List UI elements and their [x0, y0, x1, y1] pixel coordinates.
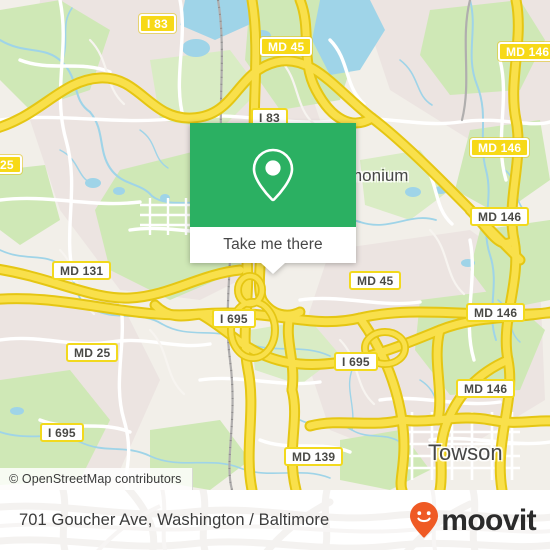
- callout-pin-panel: [190, 123, 356, 227]
- shield-md139: MD 139: [284, 447, 344, 466]
- map-pin-icon: [252, 148, 294, 202]
- place-label-towson: Towson: [428, 440, 503, 465]
- shield-md146-upper: MD 146: [470, 138, 530, 157]
- footer-bar: 701 Goucher Ave, Washington / Baltimore …: [0, 490, 550, 550]
- moovit-location-screenshot: monium Towson I 83 MD 45 MD 146 I 83 MD …: [0, 0, 550, 550]
- shield-md146-lower: MD 146: [466, 303, 526, 322]
- take-me-there-callout[interactable]: Take me there: [190, 123, 356, 274]
- shield-md45-mid: MD 45: [349, 271, 402, 290]
- shield-md25: MD 25: [66, 343, 119, 362]
- shield-i695-center: I 695: [334, 352, 378, 371]
- shield-i695-left: I 695: [212, 309, 256, 328]
- osm-attribution-text: © OpenStreetMap contributors: [9, 472, 182, 486]
- shield-md131: MD 131: [52, 261, 112, 280]
- shield-md146-middle: MD 146: [470, 207, 530, 226]
- map-canvas[interactable]: monium Towson I 83 MD 45 MD 146 I 83 MD …: [0, 0, 550, 490]
- shield-md146-bottom: MD 146: [456, 379, 516, 398]
- moovit-wordmark: moovit: [441, 503, 536, 537]
- shield-md146-top: MD 146: [498, 42, 550, 61]
- place-label-timonium: monium: [348, 166, 409, 185]
- moovit-smiley-pin-icon: [410, 502, 439, 538]
- location-address: 701 Goucher Ave, Washington / Baltimore: [19, 510, 330, 529]
- shield-md45-top: MD 45: [260, 37, 313, 56]
- footer-content: 701 Goucher Ave, Washington / Baltimore …: [0, 490, 550, 550]
- callout-pointer: [261, 263, 285, 274]
- shield-i695-bottom: I 695: [40, 423, 84, 442]
- moovit-logo[interactable]: moovit: [409, 501, 537, 539]
- shield-i83-top: I 83: [139, 14, 176, 33]
- shield-md25-edge: 25: [0, 155, 22, 174]
- osm-attribution[interactable]: © OpenStreetMap contributors: [0, 468, 193, 490]
- take-me-there-label: Take me there: [223, 236, 323, 253]
- callout-action-bar[interactable]: Take me there: [190, 227, 356, 274]
